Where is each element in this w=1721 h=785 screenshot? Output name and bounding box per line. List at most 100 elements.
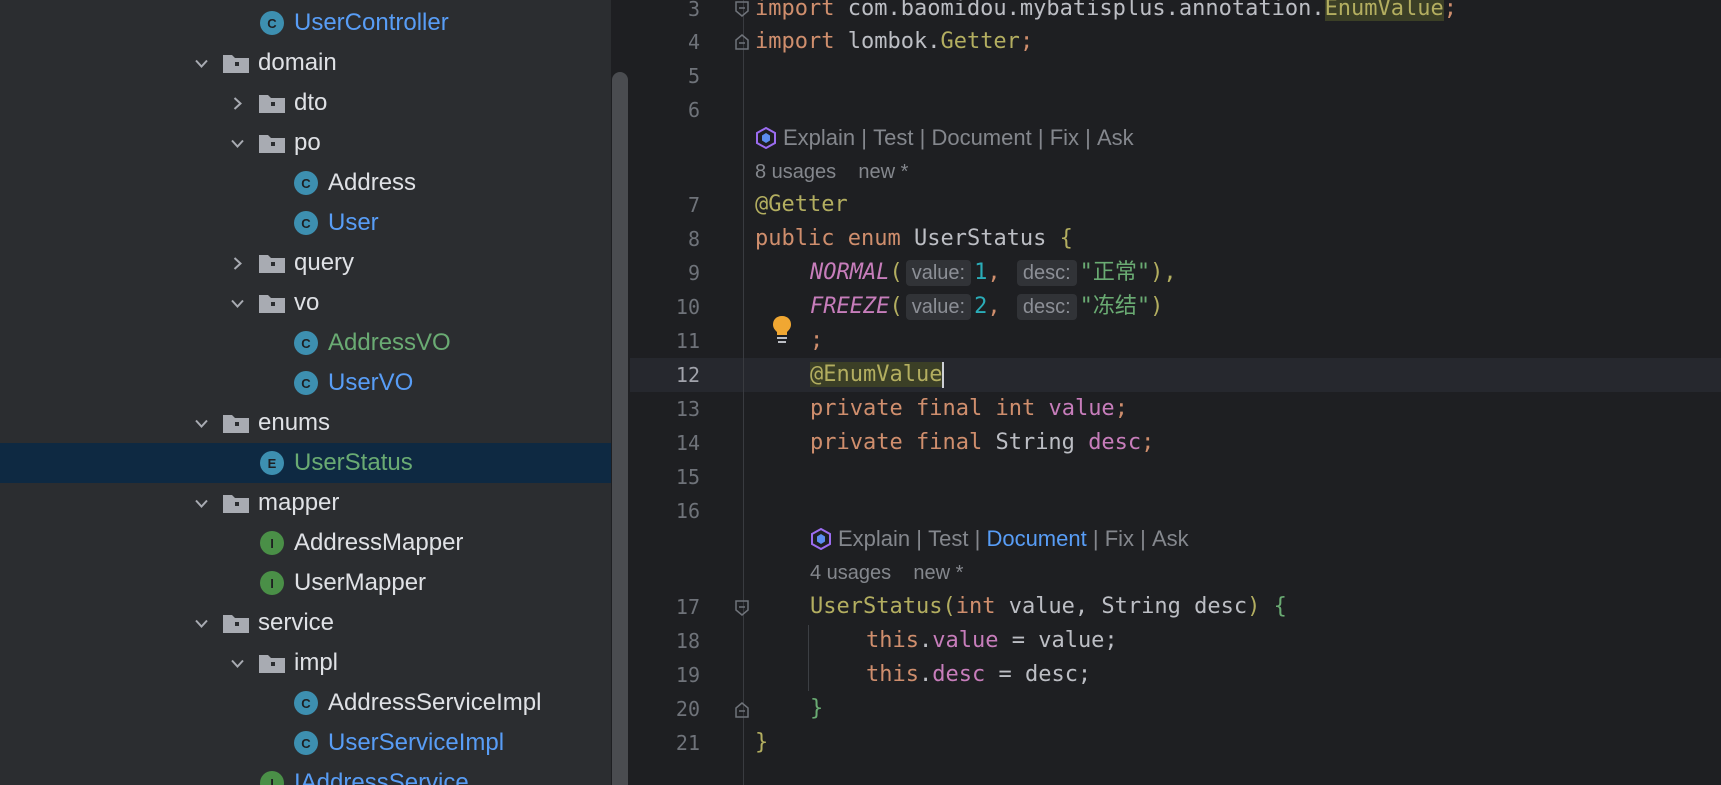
keyword: final	[915, 396, 983, 421]
usage-hint[interactable]: 4 usages new *	[810, 556, 963, 590]
type: String	[1101, 594, 1181, 619]
chevron-down-icon[interactable]	[226, 283, 248, 323]
class-icon: C	[294, 723, 318, 763]
line-number[interactable]: 10	[640, 290, 700, 324]
tree-item-label: vo	[294, 289, 320, 316]
chevron-down-icon[interactable]	[190, 403, 212, 443]
tree-item-iaddressservice[interactable]: I IAddressService	[0, 763, 611, 785]
tree-item-domain[interactable]: domain	[0, 43, 611, 83]
line-number[interactable]: 18	[640, 624, 700, 658]
tree-item-service[interactable]: service	[0, 603, 611, 643]
code-line-import-getter[interactable]: import lombok.Getter;	[755, 25, 1033, 59]
folder-icon	[222, 603, 250, 643]
line-number[interactable]: 13	[640, 392, 700, 426]
code-editor[interactable]: 3 4 5 6 7 8 9 10 11 12 13 14 15 16 17 18 19 20 21 import c…	[630, 0, 1721, 785]
constructor-name: UserStatus	[810, 594, 943, 619]
document-action[interactable]: Document	[986, 526, 1086, 552]
line-number[interactable]: 19	[640, 658, 700, 692]
document-action[interactable]: Document	[931, 125, 1031, 151]
fold-start-icon[interactable]	[733, 599, 751, 617]
lightbulb-icon[interactable]	[770, 314, 794, 344]
tree-item-dto[interactable]: dto	[0, 83, 611, 123]
code-line-import-enumvalue[interactable]: import com.baomidou.mybatisplus.annotati…	[755, 0, 1457, 26]
line-number[interactable]: 12	[640, 358, 700, 392]
tree-item-addressserviceimpl[interactable]: C AddressServiceImpl	[0, 683, 611, 723]
tree-item-label: domain	[258, 49, 337, 76]
interface-icon: I	[260, 763, 284, 785]
tree-item-userserviceimpl[interactable]: C UserServiceImpl	[0, 723, 611, 763]
line-number[interactable]: 21	[640, 726, 700, 760]
usage-count[interactable]: 4 usages	[810, 562, 891, 584]
tree-item-enums[interactable]: enums	[0, 403, 611, 443]
chevron-right-icon[interactable]	[226, 83, 248, 123]
chevron-down-icon[interactable]	[190, 483, 212, 523]
line-number[interactable]: 14	[640, 426, 700, 460]
fold-start-icon[interactable]	[733, 0, 751, 18]
tree-item-addressmapper[interactable]: I AddressMapper	[0, 523, 611, 563]
line-number[interactable]: 15	[640, 460, 700, 494]
tree-item-impl[interactable]: impl	[0, 643, 611, 683]
tree-item-vo[interactable]: vo	[0, 283, 611, 323]
tree-item-mapper[interactable]: mapper	[0, 483, 611, 523]
tree-item-label: AddressServiceImpl	[328, 689, 542, 716]
tree-item-po[interactable]: po	[0, 123, 611, 163]
fold-end-icon[interactable]	[733, 33, 751, 51]
code-line-assign-value[interactable]: this.value = value;	[866, 624, 1118, 658]
chevron-down-icon[interactable]	[190, 603, 212, 643]
test-action[interactable]: Test	[873, 125, 913, 151]
tree-item-addressvo[interactable]: C AddressVO	[0, 323, 611, 363]
fold-end-icon[interactable]	[733, 701, 751, 719]
code-line-assign-desc[interactable]: this.desc = desc;	[866, 658, 1091, 692]
code-line-semicolon[interactable]: ;	[810, 324, 823, 358]
chevron-down-icon[interactable]	[190, 43, 212, 83]
code-line-value-field[interactable]: private final int value;	[810, 392, 1128, 426]
line-number[interactable]: 9	[640, 256, 700, 290]
code-line-desc-field[interactable]: private final String desc;	[810, 426, 1154, 460]
chevron-down-icon[interactable]	[226, 123, 248, 163]
code-line-getter[interactable]: @Getter	[755, 188, 848, 222]
code-line-enumvalue-annotation[interactable]: @EnumValue	[810, 358, 945, 392]
line-number[interactable]: 17	[640, 590, 700, 624]
tree-item-usermapper[interactable]: I UserMapper	[0, 563, 611, 603]
fix-action[interactable]: Fix	[1105, 526, 1134, 552]
field-name: desc	[932, 662, 986, 687]
line-number[interactable]: 16	[640, 494, 700, 528]
tree-item-user[interactable]: C User	[0, 203, 611, 243]
code-line-normal-constant[interactable]: NORMAL(value: 1, desc: "正常"),	[810, 256, 1177, 290]
chevron-right-icon[interactable]	[226, 243, 248, 283]
usage-count[interactable]: 8 usages	[755, 161, 836, 183]
string-literal: "正常"	[1079, 260, 1151, 285]
code-line-constructor[interactable]: UserStatus(int value, String desc) {	[810, 590, 1287, 624]
line-number[interactable]: 3	[640, 0, 700, 26]
tree-item-query[interactable]: query	[0, 243, 611, 283]
code-line-enum-declaration[interactable]: public enum UserStatus {	[755, 222, 1073, 256]
tree-item-label: UserVO	[328, 369, 414, 396]
line-number[interactable]: 7	[640, 188, 700, 222]
code-line-close-enum[interactable]: }	[755, 726, 768, 760]
explain-action[interactable]: Explain	[783, 125, 855, 151]
line-number[interactable]: 5	[640, 59, 700, 93]
test-action[interactable]: Test	[928, 526, 968, 552]
ask-action[interactable]: Ask	[1152, 526, 1189, 552]
explain-action[interactable]: Explain	[838, 526, 910, 552]
ask-action[interactable]: Ask	[1097, 125, 1134, 151]
chevron-down-icon[interactable]	[226, 643, 248, 683]
tree-item-uservo[interactable]: C UserVO	[0, 363, 611, 403]
line-number[interactable]: 4	[640, 25, 700, 59]
code-line-freeze-constant[interactable]: FREEZE(value: 2, desc: "冻结")	[810, 290, 1163, 324]
tree-item-usercontroller[interactable]: C UserController	[0, 3, 611, 43]
tree-item-label: mapper	[258, 489, 340, 516]
tree-item-userstatus[interactable]: E UserStatus	[0, 443, 611, 483]
line-number-gutter: 3 4 5 6 7 8 9 10 11 12 13 14 15 16 17 18 19 20 21	[630, 0, 700, 785]
code-line-close-constructor[interactable]: }	[810, 692, 823, 726]
project-tree-scrollbar[interactable]	[612, 72, 628, 785]
line-number[interactable]: 20	[640, 692, 700, 726]
usage-hint[interactable]: 8 usages new *	[755, 155, 908, 189]
fix-action[interactable]: Fix	[1050, 125, 1079, 151]
lens-separator: |	[974, 526, 981, 551]
line-number[interactable]: 6	[640, 93, 700, 127]
line-number[interactable]: 11	[640, 324, 700, 358]
ai-assistant-icon	[811, 528, 831, 550]
line-number[interactable]: 8	[640, 222, 700, 256]
tree-item-address[interactable]: C Address	[0, 163, 611, 203]
